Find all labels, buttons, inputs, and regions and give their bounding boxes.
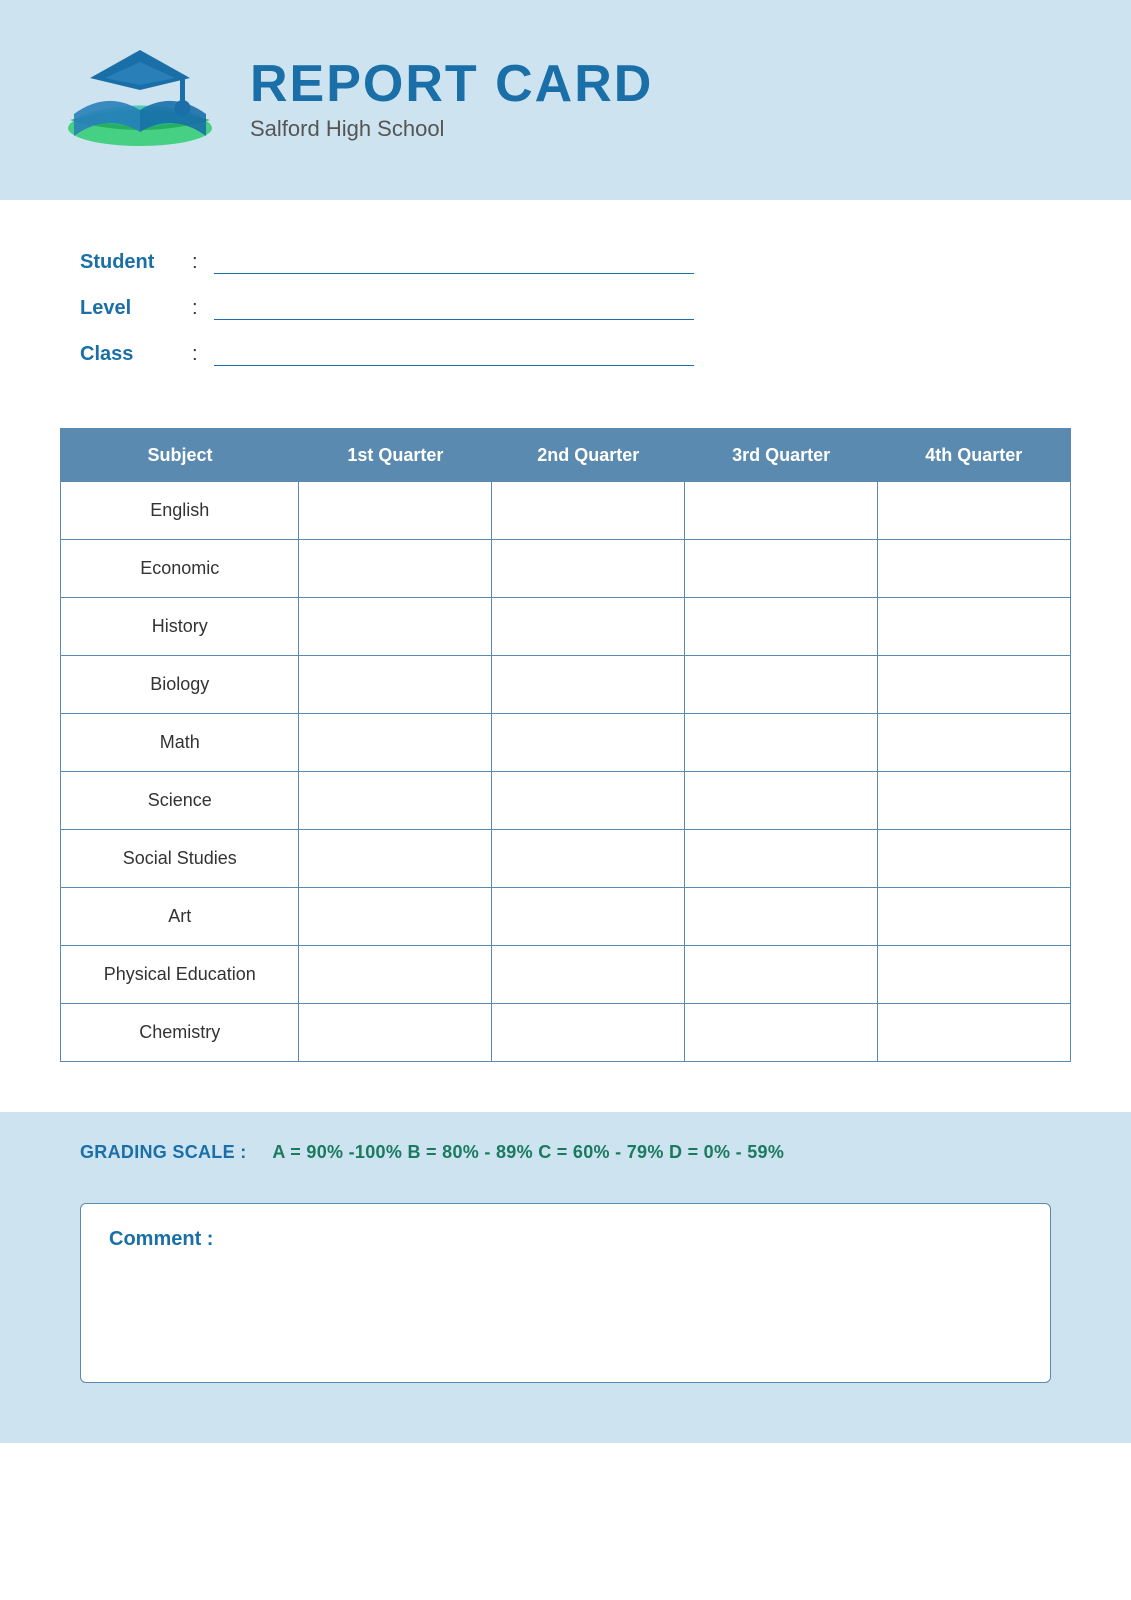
q3-cell[interactable]: [685, 1004, 878, 1062]
q1-cell[interactable]: [299, 714, 492, 772]
student-input[interactable]: [214, 250, 694, 274]
q3-cell[interactable]: [685, 714, 878, 772]
q4-cell[interactable]: [878, 714, 1071, 772]
student-row: Student :: [80, 250, 1051, 274]
col-q1: 1st Quarter: [299, 429, 492, 483]
q4-cell[interactable]: [878, 888, 1071, 946]
q2-cell[interactable]: [492, 714, 685, 772]
grades-table: Subject 1st Quarter 2nd Quarter 3rd Quar…: [60, 428, 1071, 1062]
subject-cell: Science: [61, 772, 299, 830]
table-row: Science: [61, 772, 1071, 830]
q4-cell[interactable]: [878, 598, 1071, 656]
subject-cell: Chemistry: [61, 1004, 299, 1062]
q4-cell[interactable]: [878, 772, 1071, 830]
level-label: Level: [80, 297, 180, 320]
q1-cell[interactable]: [299, 888, 492, 946]
q2-cell[interactable]: [492, 656, 685, 714]
q2-cell[interactable]: [492, 946, 685, 1004]
grading-text: GRADING SCALE : A = 90% -100% B = 80% - …: [80, 1142, 784, 1162]
grading-label: GRADING SCALE :: [80, 1142, 247, 1162]
q3-cell[interactable]: [685, 656, 878, 714]
table-row: Chemistry: [61, 1004, 1071, 1062]
table-row: History: [61, 598, 1071, 656]
table-row: Art: [61, 888, 1071, 946]
subject-cell: Social Studies: [61, 830, 299, 888]
q1-cell[interactable]: [299, 830, 492, 888]
q3-cell[interactable]: [685, 946, 878, 1004]
q4-cell[interactable]: [878, 946, 1071, 1004]
q1-cell[interactable]: [299, 540, 492, 598]
subject-cell: Biology: [61, 656, 299, 714]
q1-cell[interactable]: [299, 656, 492, 714]
class-row: Class :: [80, 342, 1051, 366]
q2-cell[interactable]: [492, 830, 685, 888]
q3-cell[interactable]: [685, 772, 878, 830]
subject-cell: History: [61, 598, 299, 656]
q2-cell[interactable]: [492, 1004, 685, 1062]
col-q4: 4th Quarter: [878, 429, 1071, 483]
table-row: Biology: [61, 656, 1071, 714]
table-row: English: [61, 482, 1071, 540]
level-input[interactable]: [214, 296, 694, 320]
q1-cell[interactable]: [299, 946, 492, 1004]
q2-cell[interactable]: [492, 598, 685, 656]
q1-cell[interactable]: [299, 772, 492, 830]
student-colon: :: [192, 251, 198, 274]
q2-cell[interactable]: [492, 888, 685, 946]
logo: [60, 40, 220, 160]
subject-cell: English: [61, 482, 299, 540]
q3-cell[interactable]: [685, 888, 878, 946]
q1-cell[interactable]: [299, 1004, 492, 1062]
table-header-row: Subject 1st Quarter 2nd Quarter 3rd Quar…: [61, 429, 1071, 483]
class-input[interactable]: [214, 342, 694, 366]
grading-section: GRADING SCALE : A = 90% -100% B = 80% - …: [0, 1112, 1131, 1193]
q4-cell[interactable]: [878, 540, 1071, 598]
comment-section: Comment :: [0, 1193, 1131, 1443]
info-section: Student : Level : Class :: [0, 200, 1131, 418]
level-colon: :: [192, 297, 198, 320]
table-row: Math: [61, 714, 1071, 772]
q4-cell[interactable]: [878, 1004, 1071, 1062]
table-row: Physical Education: [61, 946, 1071, 1004]
q4-cell[interactable]: [878, 830, 1071, 888]
header-text: REPORT CARD Salford High School: [250, 58, 653, 142]
q2-cell[interactable]: [492, 772, 685, 830]
logo-icon: [60, 40, 220, 160]
col-q2: 2nd Quarter: [492, 429, 685, 483]
col-subject: Subject: [61, 429, 299, 483]
q4-cell[interactable]: [878, 482, 1071, 540]
subject-cell: Physical Education: [61, 946, 299, 1004]
subject-cell: Economic: [61, 540, 299, 598]
q3-cell[interactable]: [685, 598, 878, 656]
q3-cell[interactable]: [685, 482, 878, 540]
class-label: Class: [80, 343, 180, 366]
q3-cell[interactable]: [685, 830, 878, 888]
level-row: Level :: [80, 296, 1051, 320]
comment-box: Comment :: [80, 1203, 1051, 1383]
q1-cell[interactable]: [299, 598, 492, 656]
col-q3: 3rd Quarter: [685, 429, 878, 483]
header-section: REPORT CARD Salford High School: [0, 0, 1131, 200]
q1-cell[interactable]: [299, 482, 492, 540]
q2-cell[interactable]: [492, 540, 685, 598]
table-section: Subject 1st Quarter 2nd Quarter 3rd Quar…: [0, 418, 1131, 1092]
table-row: Social Studies: [61, 830, 1071, 888]
subject-cell: Math: [61, 714, 299, 772]
class-colon: :: [192, 343, 198, 366]
table-row: Economic: [61, 540, 1071, 598]
school-name: Salford High School: [250, 116, 653, 142]
subject-cell: Art: [61, 888, 299, 946]
page-title: REPORT CARD: [250, 58, 653, 110]
comment-label: Comment :: [109, 1228, 1022, 1251]
q4-cell[interactable]: [878, 656, 1071, 714]
student-label: Student: [80, 251, 180, 274]
grading-scale: A = 90% -100% B = 80% - 89% C = 60% - 79…: [272, 1142, 784, 1162]
q3-cell[interactable]: [685, 540, 878, 598]
q2-cell[interactable]: [492, 482, 685, 540]
